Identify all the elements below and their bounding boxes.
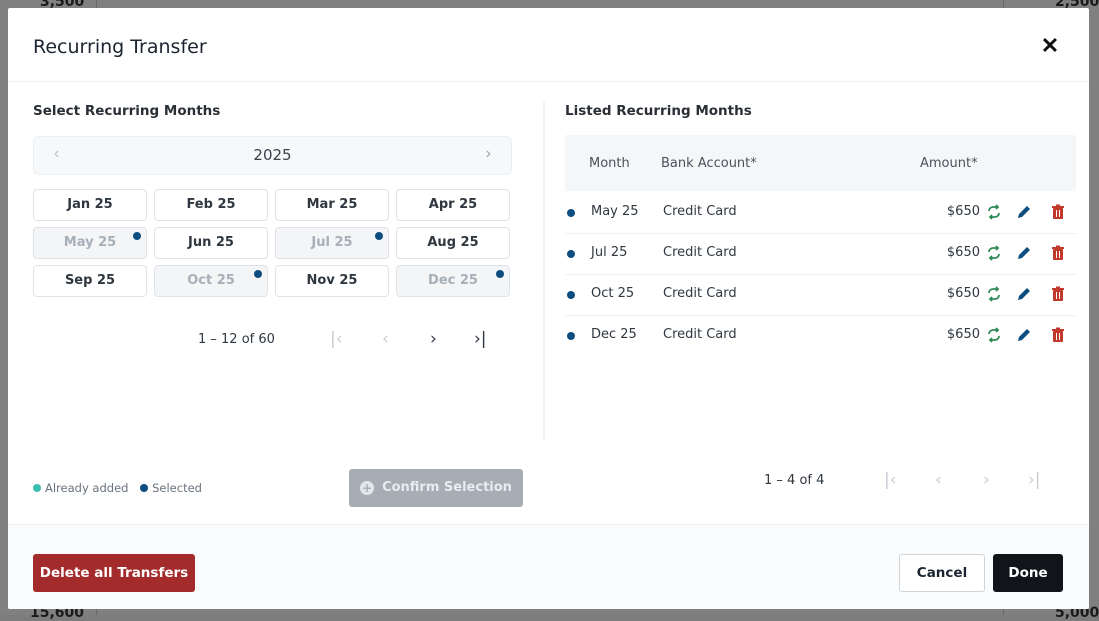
column-month: Month bbox=[589, 156, 630, 171]
selected-dot bbox=[567, 291, 575, 299]
next-page-icon[interactable]: › bbox=[983, 470, 990, 490]
table-row: Oct 25 Credit Card $650 bbox=[565, 274, 1076, 316]
repeat-icon[interactable] bbox=[985, 244, 1003, 262]
month-label: Oct 25 bbox=[187, 273, 235, 288]
row-amount: $650 bbox=[946, 204, 980, 219]
month-button[interactable]: Mar 25 bbox=[275, 189, 389, 221]
row-account: Credit Card bbox=[663, 286, 737, 301]
select-months-title: Select Recurring Months bbox=[33, 103, 221, 119]
selected-dot bbox=[496, 270, 504, 278]
trash-icon[interactable] bbox=[1049, 285, 1067, 303]
month-label: Apr 25 bbox=[428, 197, 478, 212]
dialog-footer: Delete all Transfers Cancel Done bbox=[8, 524, 1089, 609]
selected-dot bbox=[375, 232, 383, 240]
month-button[interactable]: Jul 25 bbox=[275, 227, 389, 259]
legend: Already added Selected bbox=[33, 481, 202, 495]
last-page-icon[interactable]: ›| bbox=[474, 329, 487, 349]
month-button[interactable]: Oct 25 bbox=[154, 265, 268, 297]
column-bank-account: Bank Account* bbox=[661, 156, 757, 171]
month-button[interactable]: Nov 25 bbox=[275, 265, 389, 297]
row-month: Jul 25 bbox=[591, 245, 628, 260]
dialog-title: Recurring Transfer bbox=[33, 36, 207, 58]
table-header: Month Bank Account* Amount* bbox=[565, 135, 1076, 191]
selected-dot bbox=[567, 332, 575, 340]
cancel-button[interactable]: Cancel bbox=[899, 554, 985, 592]
row-amount: $650 bbox=[946, 245, 980, 260]
month-label: Jan 25 bbox=[67, 197, 113, 212]
month-button[interactable]: Jun 25 bbox=[154, 227, 268, 259]
month-button[interactable]: Jan 25 bbox=[33, 189, 147, 221]
close-icon[interactable]: ✕ bbox=[1038, 34, 1062, 58]
edit-icon[interactable] bbox=[1015, 285, 1033, 303]
row-month: May 25 bbox=[591, 204, 639, 219]
confirm-selection-button[interactable]: + Confirm Selection bbox=[349, 469, 523, 507]
repeat-icon[interactable] bbox=[985, 326, 1003, 344]
list-pagination-label: 1 – 4 of 4 bbox=[764, 473, 825, 488]
column-amount: Amount* bbox=[920, 156, 978, 171]
table-row: Jul 25 Credit Card $650 bbox=[565, 233, 1076, 275]
already-added-dot bbox=[33, 484, 41, 492]
year-label: 2025 bbox=[253, 146, 292, 164]
month-label: Dec 25 bbox=[428, 273, 478, 288]
month-button[interactable]: Aug 25 bbox=[396, 227, 510, 259]
legend-already-added: Already added bbox=[45, 481, 129, 495]
legend-selected: Selected bbox=[152, 481, 202, 495]
last-page-icon[interactable]: ›| bbox=[1028, 470, 1041, 490]
month-label: Aug 25 bbox=[427, 235, 479, 250]
dialog-header: Recurring Transfer ✕ bbox=[8, 8, 1089, 82]
month-label: Jul 25 bbox=[311, 235, 353, 250]
confirm-selection-label: Confirm Selection bbox=[382, 480, 512, 495]
table-row: Dec 25 Credit Card $650 bbox=[565, 315, 1076, 356]
trash-icon[interactable] bbox=[1049, 203, 1067, 221]
repeat-icon[interactable] bbox=[985, 203, 1003, 221]
panel-divider bbox=[543, 102, 545, 440]
recurring-transfer-dialog: Recurring Transfer ✕ Select Recurring Mo… bbox=[8, 8, 1089, 609]
row-account: Credit Card bbox=[663, 204, 737, 219]
next-page-icon[interactable]: › bbox=[430, 329, 437, 349]
month-button[interactable]: May 25 bbox=[33, 227, 147, 259]
month-label: Mar 25 bbox=[306, 197, 358, 212]
chevron-right-icon[interactable]: › bbox=[486, 145, 491, 163]
row-amount: $650 bbox=[946, 286, 980, 301]
month-label: Feb 25 bbox=[186, 197, 236, 212]
selected-dot bbox=[567, 250, 575, 258]
edit-icon[interactable] bbox=[1015, 244, 1033, 262]
selected-legend-dot bbox=[140, 484, 149, 492]
delete-all-transfers-button[interactable]: Delete all Transfers bbox=[33, 554, 195, 592]
month-label: Nov 25 bbox=[306, 273, 358, 288]
first-page-icon[interactable]: |‹ bbox=[884, 470, 897, 490]
trash-icon[interactable] bbox=[1049, 326, 1067, 344]
months-pagination-label: 1 – 12 of 60 bbox=[198, 332, 275, 347]
plus-circle-icon: + bbox=[360, 481, 375, 495]
month-button[interactable]: Dec 25 bbox=[396, 265, 510, 297]
row-amount: $650 bbox=[946, 327, 980, 342]
selected-dot bbox=[567, 209, 575, 217]
prev-page-icon[interactable]: ‹ bbox=[382, 329, 389, 349]
trash-icon[interactable] bbox=[1049, 244, 1067, 262]
month-button[interactable]: Apr 25 bbox=[396, 189, 510, 221]
row-month: Dec 25 bbox=[591, 327, 637, 342]
month-button[interactable]: Feb 25 bbox=[154, 189, 268, 221]
month-label: May 25 bbox=[63, 235, 117, 250]
repeat-icon[interactable] bbox=[985, 285, 1003, 303]
listed-months-title: Listed Recurring Months bbox=[565, 103, 752, 119]
done-button[interactable]: Done bbox=[993, 554, 1063, 592]
month-button[interactable]: Sep 25 bbox=[33, 265, 147, 297]
prev-page-icon[interactable]: ‹ bbox=[935, 470, 942, 490]
edit-icon[interactable] bbox=[1015, 326, 1033, 344]
month-label: Jun 25 bbox=[188, 235, 234, 250]
edit-icon[interactable] bbox=[1015, 203, 1033, 221]
month-label: Sep 25 bbox=[64, 273, 116, 288]
table-row: May 25 Credit Card $650 bbox=[565, 192, 1076, 234]
selected-dot bbox=[254, 270, 262, 278]
row-month: Oct 25 bbox=[591, 286, 635, 301]
year-selector: ‹ 2025 › bbox=[33, 136, 512, 175]
row-account: Credit Card bbox=[663, 327, 737, 342]
first-page-icon[interactable]: |‹ bbox=[330, 329, 343, 349]
selected-dot bbox=[133, 232, 141, 240]
row-account: Credit Card bbox=[663, 245, 737, 260]
